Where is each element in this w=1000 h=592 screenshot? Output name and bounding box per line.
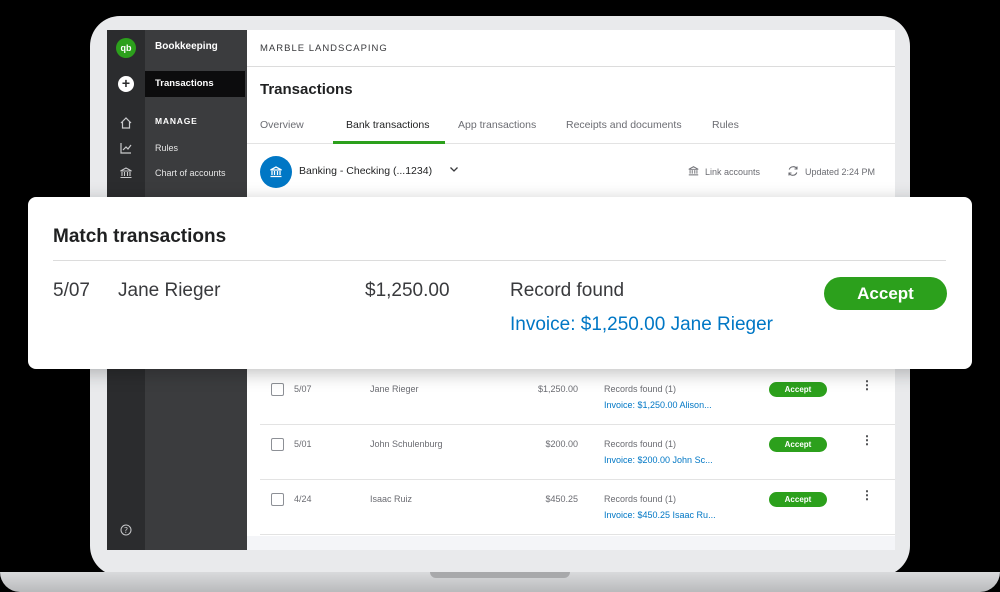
sidebar-item-chart-of-accounts[interactable]: Chart of accounts bbox=[155, 168, 226, 178]
row-name: Isaac Ruiz bbox=[370, 494, 413, 504]
match-transactions-card: Match transactions 5/07 Jane Rieger $1,2… bbox=[28, 197, 972, 369]
quickbooks-logo[interactable]: qb bbox=[116, 38, 136, 58]
row-amount: $1,250.00 bbox=[537, 384, 578, 394]
row-amount: $200.00 bbox=[545, 439, 578, 449]
more-options-icon[interactable]: ⋮ bbox=[861, 434, 873, 446]
active-tab-indicator bbox=[333, 141, 445, 144]
tab-bank-transactions[interactable]: Bank transactions bbox=[346, 119, 429, 131]
table-row[interactable]: 4/24 Isaac Ruiz $450.25 Records found (1… bbox=[260, 480, 895, 535]
sidebar-title: Bookkeeping bbox=[155, 41, 218, 52]
card-divider bbox=[53, 260, 946, 261]
sidebar-item-rules[interactable]: Rules bbox=[155, 143, 178, 153]
refresh-icon bbox=[788, 166, 798, 176]
row-match-link[interactable]: Invoice: $450.25 Isaac Ru... bbox=[604, 510, 716, 520]
row-records: Records found (1) bbox=[604, 439, 677, 449]
bank-icon bbox=[688, 166, 699, 176]
stage: qb + ? Bookkeeping Transactions MANAGE R… bbox=[0, 0, 1000, 592]
bank-account-icon bbox=[260, 156, 292, 188]
row-date: 5/07 bbox=[294, 384, 312, 394]
table-row[interactable]: 5/01 John Schulenburg $200.00 Records fo… bbox=[260, 425, 895, 480]
tab-bar: Overview Bank transactions App transacti… bbox=[260, 119, 880, 143]
accept-button[interactable]: Accept bbox=[769, 492, 827, 507]
match-invoice-link[interactable]: Invoice: $1,250.00 Jane Rieger bbox=[510, 314, 773, 336]
card-title: Match transactions bbox=[53, 226, 227, 247]
svg-text:?: ? bbox=[124, 526, 128, 535]
row-records: Records found (1) bbox=[604, 494, 677, 504]
row-amount: $450.25 bbox=[545, 494, 578, 504]
link-accounts-label: Link accounts bbox=[705, 167, 761, 177]
row-match-link[interactable]: Invoice: $1,250.00 Alison... bbox=[604, 400, 712, 410]
header-divider bbox=[247, 66, 895, 67]
more-options-icon[interactable]: ⋮ bbox=[861, 379, 873, 391]
tab-receipts-and-documents[interactable]: Receipts and documents bbox=[566, 119, 682, 131]
match-amount: $1,250.00 bbox=[365, 280, 450, 301]
chart-icon[interactable] bbox=[118, 141, 134, 157]
more-options-icon[interactable]: ⋮ bbox=[861, 489, 873, 501]
refresh-status[interactable]: Updated 2:24 PM bbox=[787, 165, 875, 177]
row-checkbox[interactable] bbox=[271, 383, 284, 396]
updated-label: Updated 2:24 PM bbox=[805, 167, 876, 177]
table-row[interactable]: 5/07 Jane Rieger $1,250.00 Records found… bbox=[260, 370, 895, 425]
row-name: Jane Rieger bbox=[370, 384, 419, 394]
row-checkbox[interactable] bbox=[271, 493, 284, 506]
plus-icon[interactable]: + bbox=[118, 76, 134, 92]
tab-app-transactions[interactable]: App transactions bbox=[458, 119, 536, 131]
laptop-notch bbox=[430, 572, 570, 578]
table-footer bbox=[247, 536, 895, 550]
row-match-link[interactable]: Invoice: $200.00 John Sc... bbox=[604, 455, 713, 465]
match-record-status: Record found bbox=[510, 280, 625, 301]
sidebar-item-label: Transactions bbox=[155, 78, 214, 89]
help-icon[interactable]: ? bbox=[118, 524, 134, 540]
chevron-down-icon[interactable] bbox=[449, 164, 459, 177]
sidebar-section-label: MANAGE bbox=[155, 116, 198, 126]
page-title: Transactions bbox=[260, 81, 353, 98]
row-date: 5/01 bbox=[294, 439, 312, 449]
company-name: MARBLE LANDSCAPING bbox=[260, 43, 388, 54]
row-date: 4/24 bbox=[294, 494, 312, 504]
bank-icon[interactable] bbox=[118, 166, 134, 182]
link-accounts-button[interactable]: Link accounts bbox=[687, 165, 760, 177]
tab-overview[interactable]: Overview bbox=[260, 119, 304, 131]
row-checkbox[interactable] bbox=[271, 438, 284, 451]
accept-button[interactable]: Accept bbox=[824, 277, 947, 310]
tab-rules[interactable]: Rules bbox=[712, 119, 739, 131]
sidebar-item-transactions[interactable]: Transactions bbox=[145, 71, 245, 97]
match-name: Jane Rieger bbox=[118, 280, 221, 301]
accept-button[interactable]: Accept bbox=[769, 437, 827, 452]
row-records: Records found (1) bbox=[604, 384, 677, 394]
accept-button[interactable]: Accept bbox=[769, 382, 827, 397]
match-date: 5/07 bbox=[53, 280, 90, 301]
account-dropdown[interactable]: Banking - Checking (...1234) bbox=[299, 165, 432, 177]
row-name: John Schulenburg bbox=[370, 439, 443, 449]
home-icon[interactable] bbox=[118, 116, 134, 132]
